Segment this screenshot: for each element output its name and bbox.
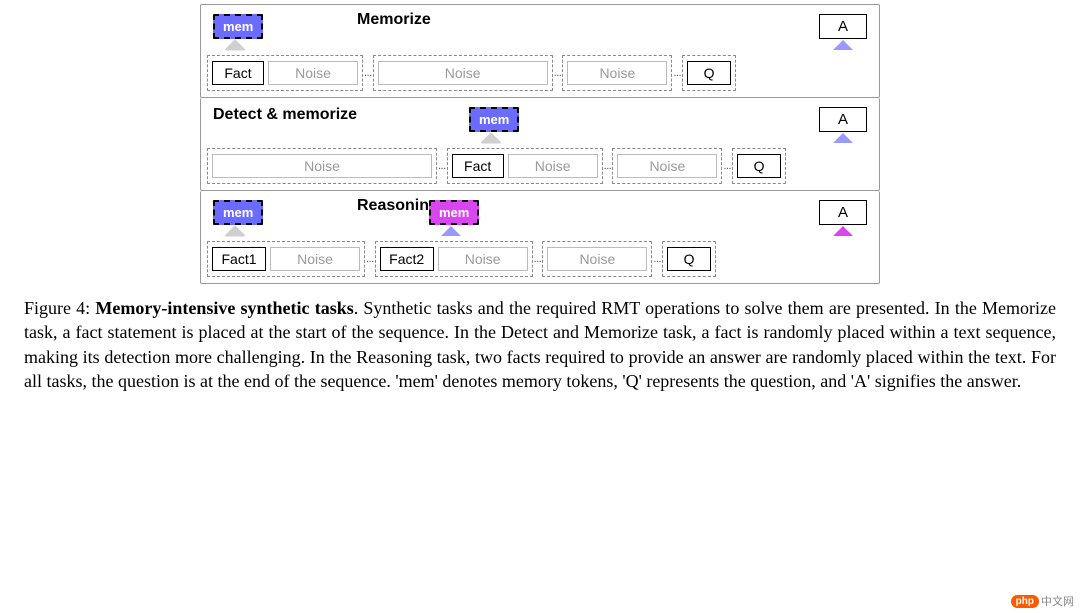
answer-box: A bbox=[819, 107, 867, 132]
panel-reasoning: mem Reasoning mem A Fact1 Noise ... Fact… bbox=[200, 191, 880, 284]
question-box: Q bbox=[667, 247, 711, 271]
segment-group: Noise bbox=[542, 241, 652, 277]
question-box: Q bbox=[687, 61, 731, 85]
mem-token: mem bbox=[213, 14, 263, 39]
panel-title-detect: Detect & memorize bbox=[213, 106, 357, 124]
arrow-mem-icon bbox=[481, 133, 501, 143]
fact1-box: Fact1 bbox=[212, 247, 266, 271]
noise-box: Noise bbox=[617, 154, 717, 178]
ellipsis: ... bbox=[673, 67, 681, 79]
segment-group: Q bbox=[732, 148, 786, 184]
fact2-box: Fact2 bbox=[380, 247, 434, 271]
ellipsis: ... bbox=[604, 160, 612, 172]
arrow-answer-icon bbox=[833, 226, 853, 236]
mem-token-magenta: mem bbox=[429, 200, 479, 225]
ellipsis: ... bbox=[366, 253, 374, 265]
arrow-mem-icon bbox=[225, 40, 245, 50]
php-logo-icon: php bbox=[1011, 595, 1039, 608]
noise-box: Noise bbox=[567, 61, 667, 85]
noise-box: Noise bbox=[268, 61, 358, 85]
arrow-mem-icon bbox=[225, 226, 245, 236]
panel-detect: Detect & memorize mem A Noise ... Fact N… bbox=[200, 98, 880, 191]
panel-title-memorize: Memorize bbox=[357, 11, 431, 29]
ellipsis: ... bbox=[653, 253, 661, 265]
noise-box: Noise bbox=[270, 247, 360, 271]
fact-box: Fact bbox=[452, 154, 504, 178]
segment-group: Q bbox=[662, 241, 716, 277]
segment-group: Noise bbox=[612, 148, 722, 184]
mem-token: mem bbox=[213, 200, 263, 225]
segment-group: Noise bbox=[207, 148, 437, 184]
noise-box: Noise bbox=[547, 247, 647, 271]
fact-box: Fact bbox=[212, 61, 264, 85]
segment-group: Noise bbox=[562, 55, 672, 91]
noise-box: Noise bbox=[438, 247, 528, 271]
panel-memorize: mem Memorize A Fact Noise ... Noise ... … bbox=[200, 4, 880, 98]
answer-box: A bbox=[819, 200, 867, 225]
arrow-answer-icon bbox=[833, 133, 853, 143]
caption-title: Memory-intensive synthetic tasks bbox=[95, 298, 353, 318]
ellipsis: ... bbox=[364, 67, 372, 79]
question-box: Q bbox=[737, 154, 781, 178]
panel-title-reasoning: Reasoning bbox=[357, 197, 439, 215]
ellipsis: ... bbox=[438, 160, 446, 172]
answer-box: A bbox=[819, 14, 867, 39]
mem-token: mem bbox=[469, 107, 519, 132]
arrow-mem2-icon bbox=[441, 226, 461, 236]
segment-group: Fact1 Noise bbox=[207, 241, 365, 277]
ellipsis: ... bbox=[534, 253, 542, 265]
diagram-container: mem Memorize A Fact Noise ... Noise ... … bbox=[200, 4, 880, 284]
ellipsis: ... bbox=[554, 67, 562, 79]
figure-caption: Figure 4: Memory-intensive synthetic tas… bbox=[16, 296, 1064, 393]
noise-box: Noise bbox=[378, 61, 548, 85]
figure-number: Figure 4: bbox=[24, 298, 90, 318]
watermark-text: 中文网 bbox=[1041, 593, 1074, 609]
segment-group: Fact Noise bbox=[207, 55, 363, 91]
segment-group: Noise bbox=[373, 55, 553, 91]
segment-group: Fact Noise bbox=[447, 148, 603, 184]
ellipsis: ... bbox=[723, 160, 731, 172]
noise-box: Noise bbox=[508, 154, 598, 178]
segment-group: Q bbox=[682, 55, 736, 91]
segment-group: Fact2 Noise bbox=[375, 241, 533, 277]
noise-box: Noise bbox=[212, 154, 432, 178]
watermark: php 中文网 bbox=[1011, 593, 1074, 609]
arrow-answer-icon bbox=[833, 40, 853, 50]
